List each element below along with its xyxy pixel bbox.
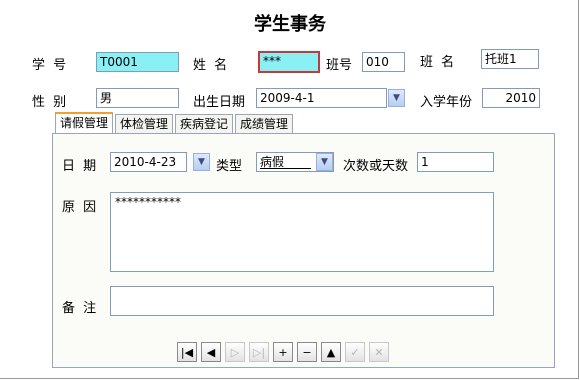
class-name-field[interactable]: 托班1: [481, 49, 539, 69]
reason-textarea[interactable]: ***********: [110, 192, 494, 272]
class-no-label: 班号: [326, 58, 353, 73]
prev-record-icon: ◀: [206, 345, 216, 359]
gender-label: 性 别: [32, 95, 69, 110]
birthdate-dropdown-button[interactable]: ▼: [388, 89, 405, 107]
add-record-icon: +: [278, 345, 288, 359]
class-no-field[interactable]: 010: [362, 52, 405, 72]
birthdate-label: 出生日期: [193, 95, 246, 110]
reason-label: 原 因: [62, 200, 99, 215]
note-textarea[interactable]: [110, 286, 494, 316]
cancel-record-button[interactable]: ✕: [369, 342, 389, 362]
leave-type-select[interactable]: 病假 ▼: [256, 152, 334, 172]
delete-record-icon: −: [302, 345, 312, 359]
birthdate-field[interactable]: 2009-4-1: [256, 88, 387, 108]
chevron-down-icon: ▼: [321, 157, 328, 167]
tab-illness-record[interactable]: 疾病登记: [175, 114, 234, 133]
name-field[interactable]: ***: [258, 51, 320, 73]
class-name-label: 班 名: [420, 55, 457, 70]
tab-health-check[interactable]: 体检管理: [115, 114, 174, 133]
chevron-down-icon: ▼: [393, 93, 400, 103]
student-id-field[interactable]: T0001: [96, 52, 179, 72]
gender-field[interactable]: 男: [96, 88, 179, 108]
count-field[interactable]: 1: [417, 152, 494, 172]
student-affairs-window: 学生事务 学 号 T0001 姓 名 *** 班号 010 班 名 托班1 性 …: [0, 0, 579, 379]
enroll-year-label: 入学年份: [420, 95, 473, 110]
first-record-icon: |◀: [180, 345, 194, 359]
record-navigator: |◀ ◀ ▷ ▷| + − ▲ ✓ ✕: [177, 342, 393, 362]
chevron-down-icon: ▼: [198, 157, 205, 167]
next-record-icon: ▷: [230, 345, 240, 359]
delete-record-button[interactable]: −: [297, 342, 317, 362]
last-record-icon: ▷|: [252, 345, 266, 359]
edit-record-button[interactable]: ▲: [321, 342, 341, 362]
leave-type-dropdown-button[interactable]: ▼: [316, 153, 333, 171]
student-id-label: 学 号: [32, 58, 69, 73]
edit-record-icon: ▲: [326, 345, 336, 359]
page-title: 学生事务: [254, 14, 326, 35]
save-record-button[interactable]: ✓: [345, 342, 365, 362]
leave-date-dropdown-button[interactable]: ▼: [193, 153, 210, 171]
prev-record-button[interactable]: ◀: [201, 342, 221, 362]
first-record-button[interactable]: |◀: [177, 342, 197, 362]
note-label: 备 注: [62, 301, 99, 316]
add-record-button[interactable]: +: [273, 342, 293, 362]
tab-grades[interactable]: 成绩管理: [235, 114, 294, 133]
tab-leave-management[interactable]: 请假管理: [55, 112, 114, 133]
leave-date-label: 日 期: [62, 159, 99, 174]
last-record-button[interactable]: ▷|: [249, 342, 269, 362]
tab-bar: 请假管理 体检管理 疾病登记 成绩管理: [55, 112, 295, 134]
count-label: 次数或天数: [343, 159, 409, 174]
leave-type-label: 类型: [216, 159, 243, 174]
leave-date-field[interactable]: 2010-4-23: [110, 152, 187, 172]
save-record-icon: ✓: [350, 345, 360, 359]
leave-type-underline: [260, 168, 311, 169]
enroll-year-field[interactable]: 2010: [482, 88, 540, 108]
cancel-record-icon: ✕: [374, 345, 384, 359]
next-record-button[interactable]: ▷: [225, 342, 245, 362]
name-label: 姓 名: [193, 58, 230, 73]
